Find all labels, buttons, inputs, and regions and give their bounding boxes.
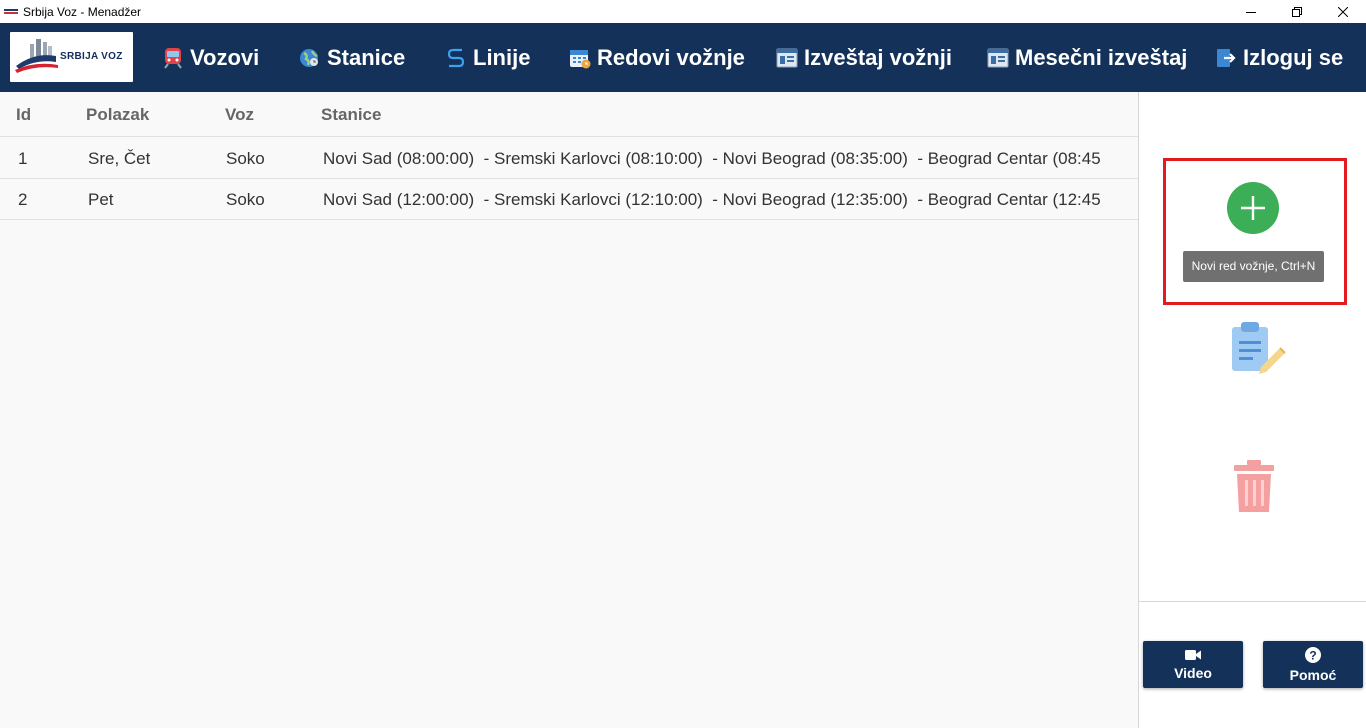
nav-stanice-label: Stanice — [327, 44, 406, 70]
logo-text: SRBIJA VOZ — [60, 51, 123, 62]
nav-izloguj-se[interactable]: Izloguj se — [1215, 23, 1343, 92]
nav-vozovi-label: Vozovi — [190, 44, 260, 70]
close-icon — [1338, 6, 1348, 17]
restore-icon — [1292, 6, 1302, 17]
nav-mesecni-izvestaj[interactable]: Mesečni izveštaj — [987, 23, 1187, 92]
video-button-label: Video — [1174, 664, 1212, 681]
table-row[interactable]: 1 Sre, Čet Soko Novi Sad (08:00:00) - Sr… — [0, 138, 1138, 179]
window-controls — [1228, 0, 1366, 23]
add-timetable-button[interactable] — [1227, 182, 1279, 234]
cell-stanice: Novi Sad (08:00:00) - Sremski Karlovci (… — [323, 149, 1101, 168]
main-navbar: SRBIJA VOZ Vozovi Stanice Linije Redovi … — [0, 23, 1366, 92]
edit-button[interactable] — [1231, 321, 1287, 375]
column-header-voz[interactable]: Voz — [225, 92, 254, 137]
nav-linije[interactable]: Linije — [445, 23, 530, 92]
help-button-label: Pomoć — [1289, 666, 1337, 683]
cell-voz: Soko — [226, 149, 265, 168]
video-button[interactable]: Video — [1143, 641, 1243, 688]
nav-vozovi[interactable]: Vozovi — [162, 23, 259, 92]
add-tooltip: Novi red vožnje, Ctrl+N — [1183, 251, 1324, 282]
question-icon: ? — [1305, 646, 1321, 663]
column-header-polazak[interactable]: Polazak — [86, 92, 149, 137]
edit-icon — [1232, 322, 1286, 374]
nav-linije-label: Linije — [473, 44, 531, 70]
cell-stanice: Novi Sad (12:00:00) - Sremski Karlovci (… — [323, 190, 1101, 209]
column-header-id[interactable]: Id — [16, 92, 31, 137]
nav-izloguj-se-label: Izloguj se — [1243, 44, 1344, 70]
svg-text:?: ? — [1309, 648, 1316, 662]
nav-izvestaj-voznji[interactable]: Izveštaj vožnji — [776, 23, 952, 92]
column-header-stanice[interactable]: Stanice — [321, 92, 381, 137]
minimize-button[interactable] — [1228, 0, 1274, 23]
train-icon — [162, 47, 184, 69]
cell-id: 1 — [18, 149, 28, 168]
restore-button[interactable] — [1274, 0, 1320, 23]
report-icon — [776, 47, 798, 69]
close-window-button[interactable] — [1320, 0, 1366, 23]
app-icon — [4, 8, 18, 16]
minimize-icon — [1246, 11, 1256, 13]
title-bar: Srbija Voz - Menadžer — [0, 0, 1366, 23]
srbija-voz-logo: SRBIJA VOZ — [10, 32, 133, 82]
nav-redovi-voznje[interactable]: Redovi vožnje — [569, 23, 745, 92]
timetable-table: Id Polazak Voz Stanice 1 Sre, Čet Soko N… — [0, 92, 1138, 728]
route-icon — [445, 47, 467, 69]
calendar-icon — [569, 47, 591, 69]
nav-izvestaj-voznji-label: Izveštaj vožnji — [804, 44, 952, 70]
help-button[interactable]: ? Pomoć — [1263, 641, 1363, 688]
video-camera-icon — [1185, 649, 1201, 660]
table-row[interactable]: 2 Pet Soko Novi Sad (12:00:00) - Sremski… — [0, 179, 1138, 220]
nav-redovi-voznje-label: Redovi vožnje — [597, 44, 745, 70]
cell-polazak: Sre, Čet — [88, 149, 151, 168]
delete-button[interactable] — [1233, 458, 1275, 514]
table-header: Id Polazak Voz Stanice — [0, 92, 1138, 137]
cell-id: 2 — [18, 190, 28, 209]
window-title: Srbija Voz - Menadžer — [23, 4, 142, 19]
globe-icon — [299, 47, 321, 69]
monthly-report-icon — [987, 47, 1009, 69]
cell-voz: Soko — [226, 190, 265, 209]
action-panel: Novi red vožnje, Ctrl+N Video ? Pomoć — [1138, 92, 1366, 728]
plus-icon — [1241, 196, 1265, 220]
cell-polazak: Pet — [88, 190, 114, 209]
nav-mesecni-izvestaj-label: Mesečni izveštaj — [1015, 44, 1188, 70]
trash-icon — [1234, 460, 1274, 512]
panel-divider — [1139, 601, 1366, 602]
nav-stanice[interactable]: Stanice — [299, 23, 405, 92]
logout-icon — [1215, 47, 1237, 69]
